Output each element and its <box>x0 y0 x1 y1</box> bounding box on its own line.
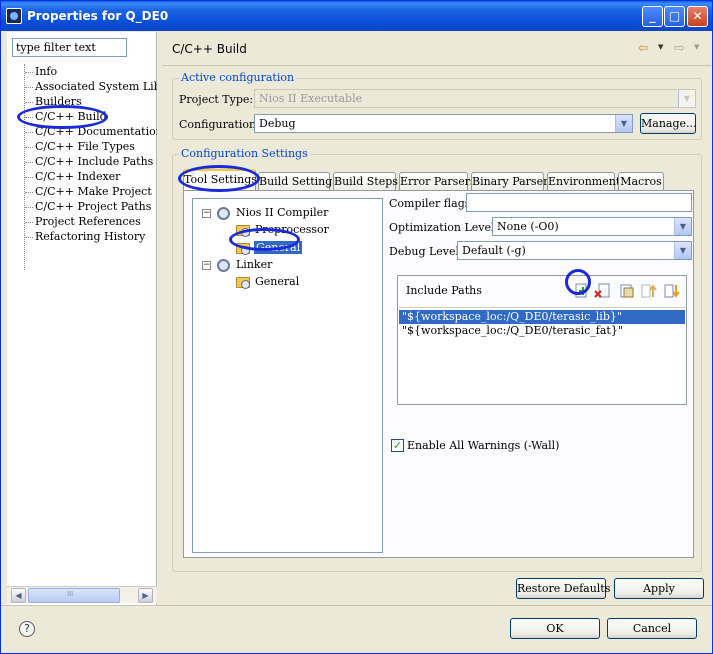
property-page-content: C/C++ Build ⇦ ▼ ⇨ ▼ Active configuration… <box>162 32 711 606</box>
tab-build-settings[interactable]: Build Settings <box>258 172 338 191</box>
apply-button[interactable]: Apply <box>614 578 704 599</box>
move-up-icon[interactable] <box>641 283 657 299</box>
collapse-icon[interactable]: − <box>202 261 211 270</box>
tree-item-linker[interactable]: Linker <box>236 257 272 273</box>
minimize-button[interactable]: _ <box>642 6 663 27</box>
sidebar-item-cpp-include-paths[interactable]: C/C++ Include Paths and <box>35 154 157 169</box>
optimization-levels-combo[interactable]: None (-O0) ▼ <box>492 217 692 236</box>
horizontal-scrollbar[interactable]: ◀ III ▶ <box>7 586 157 603</box>
chevron-down-icon[interactable]: ▼ <box>615 115 632 132</box>
header-divider <box>162 65 711 66</box>
configuration-combo[interactable]: Debug ▼ <box>254 114 633 133</box>
cancel-button[interactable]: Cancel <box>607 618 697 639</box>
tool-options-area: Compiler flags Optimization Levels None … <box>389 191 695 559</box>
configuration-value: Debug <box>259 117 296 130</box>
debug-level-value: Default (-g) <box>462 244 526 257</box>
back-menu-chevron-down-icon[interactable]: ▼ <box>658 43 663 51</box>
sidebar-item-cpp-indexer[interactable]: C/C++ Indexer <box>35 169 120 184</box>
tree-item-compiler-general[interactable]: General <box>254 240 303 256</box>
compiler-flags-input[interactable] <box>466 193 692 212</box>
debug-level-label: Debug Level <box>389 245 460 258</box>
debug-level-combo[interactable]: Default (-g) ▼ <box>457 241 692 260</box>
scrollbar-thumb[interactable]: III <box>28 588 120 603</box>
optimization-levels-label: Optimization Levels <box>389 221 501 234</box>
back-arrow-icon[interactable]: ⇦ <box>638 41 649 56</box>
configuration-settings-legend: Configuration Settings <box>179 147 310 160</box>
sidebar-item-cpp-documentation[interactable]: C/C++ Documentation <box>35 124 157 139</box>
sidebar-item-builders[interactable]: Builders <box>35 94 82 109</box>
tab-error-parsers[interactable]: Error Parsers <box>399 172 476 191</box>
tab-build-steps[interactable]: Build Steps <box>333 172 398 191</box>
manage-button[interactable]: Manage... <box>640 113 697 134</box>
tree-item-compiler-general-label: General <box>254 241 303 254</box>
compiler-flags-label: Compiler flags <box>389 197 471 210</box>
collapse-icon[interactable]: − <box>202 209 211 218</box>
filter-input[interactable] <box>12 38 127 57</box>
sidebar-item-project-references[interactable]: Project References <box>35 214 141 229</box>
close-button[interactable]: ✕ <box>687 6 708 27</box>
help-icon[interactable]: ? <box>19 621 35 637</box>
tool-icon <box>217 207 230 220</box>
option-category-icon <box>236 277 250 289</box>
configuration-label: Configuration: <box>179 118 260 131</box>
list-item[interactable]: "${workspace_loc:/Q_DE0/terasic_fat}" <box>399 324 685 338</box>
forward-menu-chevron-down-icon[interactable]: ▼ <box>694 43 699 51</box>
include-paths-box: Include Paths "${workspace_loc:/Q_DE0/te… <box>397 275 687 405</box>
tree-item-linker-general[interactable]: General <box>255 274 299 290</box>
forward-arrow-icon[interactable]: ⇨ <box>674 41 685 56</box>
footer-divider <box>1 605 712 606</box>
enable-all-warnings-label: Enable All Warnings (-Wall) <box>407 439 560 452</box>
scrollbar-grip: III <box>67 590 74 598</box>
sidebar-item-cpp-file-types[interactable]: C/C++ File Types <box>35 139 135 154</box>
sidebar-item-cpp-build[interactable]: C/C++ Build <box>35 109 107 124</box>
sidebar-item-associated-system-library[interactable]: Associated System Library <box>35 79 157 94</box>
tool-icon <box>217 259 230 272</box>
option-category-icon <box>236 225 250 237</box>
sidebar-item-cpp-make-project[interactable]: C/C++ Make Project <box>35 184 152 199</box>
tree-item-preprocessor[interactable]: Preprocessor <box>255 222 329 238</box>
project-type-combo: Nios II Executable ▼ <box>254 89 696 108</box>
enable-all-warnings-checkbox[interactable]: ✓ <box>391 439 404 452</box>
list-item[interactable]: "${workspace_loc:/Q_DE0/terasic_lib}" <box>399 310 685 324</box>
chevron-down-icon: ▼ <box>678 90 695 107</box>
tab-tool-settings[interactable]: Tool Settings <box>183 169 257 191</box>
restore-defaults-button[interactable]: Restore Defaults <box>516 578 610 599</box>
title-bar[interactable]: Properties for Q_DE0 _ □ ✕ <box>1 1 712 31</box>
delete-icon[interactable] <box>594 283 610 299</box>
property-pages-tree: Info Associated System Library Builders … <box>7 64 157 584</box>
chevron-down-icon[interactable]: ▼ <box>674 242 691 259</box>
window-title: Properties for Q_DE0 <box>27 9 169 23</box>
edit-icon[interactable] <box>619 283 635 299</box>
scroll-left-button[interactable]: ◀ <box>11 588 26 603</box>
include-paths-title: Include Paths <box>406 284 482 297</box>
eclipse-app-icon <box>6 8 22 24</box>
tool-settings-tree: − Nios II Compiler Preprocessor General … <box>192 198 383 553</box>
tab-environment[interactable]: Environment <box>547 172 620 191</box>
properties-window: Properties for Q_DE0 _ □ ✕ Info Associat… <box>0 0 713 654</box>
optimization-levels-value: None (-O0) <box>497 220 559 233</box>
sidebar-item-info[interactable]: Info <box>35 64 57 79</box>
tool-settings-pane: − Nios II Compiler Preprocessor General … <box>183 190 694 558</box>
chevron-down-icon[interactable]: ▼ <box>674 218 691 235</box>
ok-button[interactable]: OK <box>510 618 600 639</box>
project-type-value: Nios II Executable <box>259 92 363 105</box>
active-configuration-legend: Active configuration <box>179 71 297 84</box>
tab-binary-parser[interactable]: Binary Parser <box>471 172 548 191</box>
sidebar-item-cpp-project-paths[interactable]: C/C++ Project Paths <box>35 199 151 214</box>
sidebar-item-refactoring-history[interactable]: Refactoring History <box>35 229 145 244</box>
tree-connector-line <box>24 64 25 270</box>
tab-macros[interactable]: Macros <box>618 172 664 191</box>
include-paths-list[interactable]: "${workspace_loc:/Q_DE0/terasic_lib}" "$… <box>399 307 685 404</box>
scroll-right-button[interactable]: ▶ <box>138 588 153 603</box>
property-pages-panel: Info Associated System Library Builders … <box>7 32 157 606</box>
add-icon[interactable] <box>573 283 589 299</box>
project-type-label: Project Type: <box>179 93 254 106</box>
maximize-button[interactable]: □ <box>664 6 685 27</box>
move-down-icon[interactable] <box>664 283 680 299</box>
page-title: C/C++ Build <box>172 42 247 56</box>
option-category-icon <box>236 243 250 255</box>
tree-item-nios-ii-compiler[interactable]: Nios II Compiler <box>236 205 328 221</box>
